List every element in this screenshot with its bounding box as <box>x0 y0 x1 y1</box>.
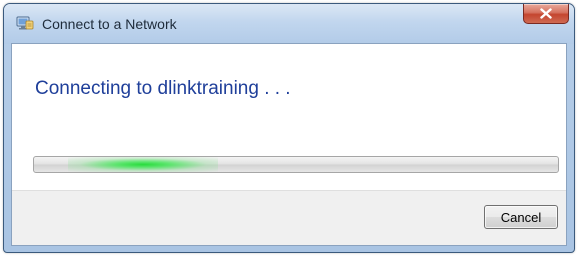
cancel-button[interactable]: Cancel <box>484 205 558 229</box>
dialog-content: Connecting to dlinktraining . . . Cancel <box>11 43 567 246</box>
progress-bar <box>33 156 559 173</box>
close-button[interactable] <box>523 4 569 24</box>
title-bar[interactable]: Connect to a Network <box>4 4 574 44</box>
network-connect-icon <box>16 15 34 31</box>
connecting-status-text: Connecting to dlinktraining . . . <box>35 78 291 99</box>
dialog-footer: Cancel <box>12 190 566 245</box>
progress-marquee-indicator <box>68 157 218 172</box>
connect-dialog: Connect to a Network Connecting to dlink… <box>3 3 575 253</box>
close-icon <box>540 4 552 23</box>
window-title: Connect to a Network <box>42 16 177 32</box>
